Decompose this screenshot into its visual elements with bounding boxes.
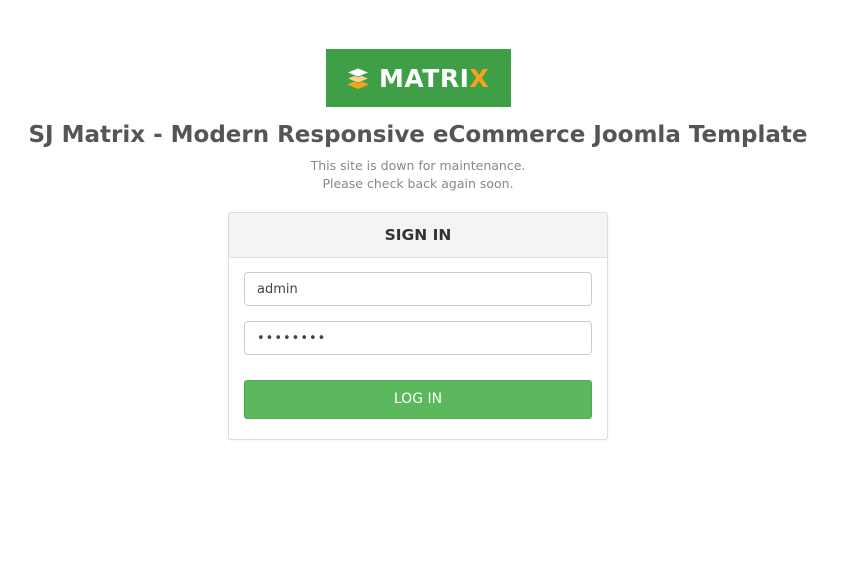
site-title: SJ Matrix - Modern Responsive eCommerce … bbox=[28, 122, 808, 148]
password-input[interactable] bbox=[244, 321, 592, 355]
logo-text-accent: X bbox=[469, 63, 490, 93]
logo-text-main: MATRI bbox=[379, 63, 470, 93]
layers-icon bbox=[346, 67, 370, 89]
logo-text: MATRIX bbox=[379, 66, 489, 91]
login-button[interactable]: LOG IN bbox=[244, 380, 592, 419]
username-input[interactable] bbox=[244, 272, 592, 306]
site-logo: MATRIX bbox=[326, 49, 511, 107]
maintenance-line-1: This site is down for maintenance. bbox=[310, 158, 526, 173]
login-heading: SIGN IN bbox=[229, 213, 607, 258]
maintenance-line-2: Please check back again soon. bbox=[322, 176, 514, 191]
maintenance-message: This site is down for maintenance. Pleas… bbox=[0, 157, 836, 193]
login-panel: SIGN IN LOG IN bbox=[228, 212, 608, 440]
